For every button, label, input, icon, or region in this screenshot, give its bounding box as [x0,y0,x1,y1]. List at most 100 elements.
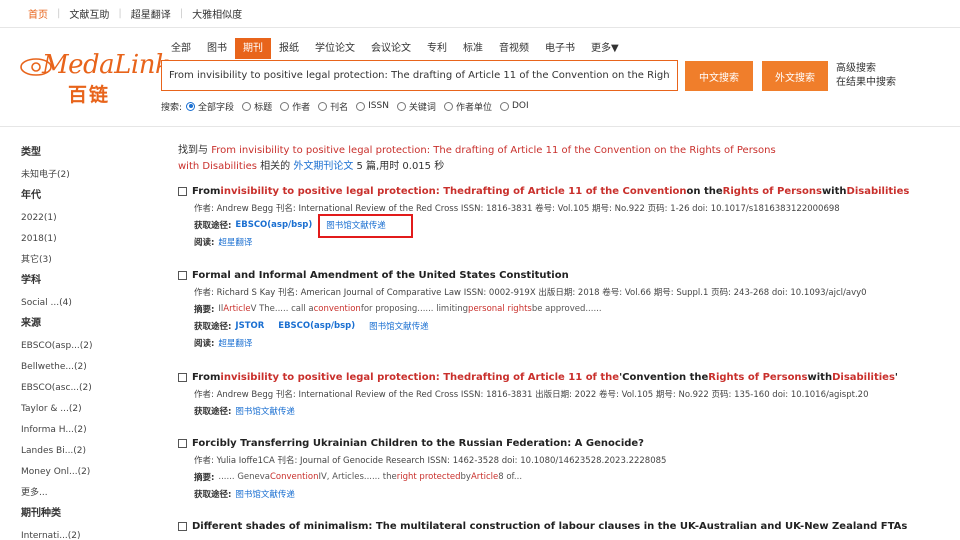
result-metadata: 作者: Yulia Ioffe1CA 刊名: Journal of Genoci… [194,456,667,466]
title-segment: 'Convention the [619,371,709,383]
search-field-option[interactable]: 作者单位 [443,100,492,113]
facet-item[interactable]: Social ...(4) [21,296,131,317]
select-checkbox[interactable] [178,438,187,448]
category-tab[interactable]: 标准 [455,38,491,59]
result-metadata: 作者: Richard S Kay 刊名: American Journal o… [194,288,867,298]
result-record: Formal and Informal Amendment of the Uni… [178,268,960,349]
search-field-option[interactable]: 关键词 [396,100,436,113]
facet-item[interactable]: EBSCO(asc...(2) [21,381,131,402]
search-box[interactable] [161,60,678,91]
top-nav-item[interactable]: 大雅相似度 [192,6,242,21]
radio-icon[interactable] [280,101,290,111]
access-link[interactable]: 图书馆文献传递 [235,405,295,417]
category-tab[interactable]: 期刊 [235,38,271,59]
radio-icon[interactable] [356,101,366,111]
translate-link[interactable]: 超星翻译 [218,236,252,248]
category-tab[interactable]: 报纸 [271,38,307,59]
facet-item[interactable]: Taylor & ...(2) [21,402,131,423]
title-segment: with [807,371,833,383]
search-field-option[interactable]: ISSN [356,101,389,111]
title-segment: From [192,371,221,383]
search-input[interactable] [162,61,677,90]
facet-item[interactable]: 更多... [21,486,131,507]
advanced-search-link[interactable]: 高级搜索 [836,62,896,76]
title-segment: From [192,185,221,197]
access-link[interactable]: JSTOR [235,321,264,331]
search-field-option[interactable]: 标题 [242,100,272,113]
select-checkbox[interactable] [178,186,187,196]
access-link[interactable]: EBSCO(asp/bsp) [235,220,312,230]
category-tab[interactable]: 会议论文 [363,38,419,59]
translate-link[interactable]: 超星翻译 [218,337,252,349]
select-checkbox[interactable] [178,521,187,531]
title-segment: drafting of Article 11 of the [463,371,620,383]
category-tab[interactable]: 更多▼ [583,38,627,59]
category-tabs: 全部 图书 期刊 报纸 学位论文 会议论文 专利 标准 音视频 电子书 更多▼ [163,38,627,59]
result-title[interactable]: Formal and Informal Amendment of the Uni… [178,268,960,282]
result-title[interactable]: From invisibility to positive legal prot… [178,370,960,384]
category-tab[interactable]: 专利 [419,38,455,59]
radio-icon[interactable] [242,101,252,111]
facet-item[interactable]: EBSCO(asp...(2) [21,339,131,360]
result-metadata: 作者: Andrew Begg 刊名: International Review… [194,204,840,214]
nav-separator: | [57,8,61,19]
access-routes: 获取途径: 图书馆文献传递 [194,405,960,417]
search-field-option[interactable]: 全部字段 [186,100,234,113]
abstract-segment: be approved...... [531,304,602,314]
top-nav-item[interactable]: 超星翻译 [131,6,171,21]
category-tab[interactable]: 全部 [163,38,199,59]
nav-separator: | [118,8,122,19]
search-field-option[interactable]: DOI [499,101,529,111]
access-link[interactable]: EBSCO(asp/bsp) [278,321,355,331]
title-segment: invisibility to positive legal protectio… [220,371,464,383]
category-tab[interactable]: 音视频 [491,38,537,59]
result-abstract: 摘要: Il Article V The..... call a conventi… [194,303,960,315]
chinese-search-button[interactable]: 中文搜索 [685,61,753,91]
search-within-results-link[interactable]: 在结果中搜索 [836,76,896,90]
radio-icon[interactable] [318,101,328,111]
facet-item[interactable]: Informa H...(2) [21,423,131,444]
access-routes: 获取途径: EBSCO(asp/bsp) 图书馆文献传递 [194,219,960,231]
facet-item[interactable]: 未知电子(2) [21,168,131,189]
read-label: 阅读: [194,238,215,248]
search-field-option[interactable]: 刊名 [318,100,348,113]
search-field-option-label: 关键词 [408,102,436,113]
logo-text-en: MedaLink [42,50,171,80]
radio-icon[interactable] [186,101,196,111]
select-checkbox[interactable] [178,372,187,382]
select-checkbox[interactable] [178,270,187,280]
title-segment: Different shades of minimalism: The mult… [192,520,908,532]
facet-item[interactable]: 2018(1) [21,232,131,253]
facet-item[interactable]: Internati...(2) [21,529,131,540]
category-tab[interactable]: 图书 [199,38,235,59]
facet-item[interactable]: Landes Bi...(2) [21,444,131,465]
abstract-segment: for proposing...... limiting [360,304,469,314]
radio-icon[interactable] [443,101,453,111]
facet-item[interactable]: Bellwethe...(2) [21,360,131,381]
result-title[interactable]: From invisibility to positive legal prot… [178,184,960,198]
facet-item[interactable]: 其它(3) [21,253,131,274]
radio-icon[interactable] [396,101,406,111]
result-summary: 找到与 From invisibility to positive legal … [178,143,798,175]
radio-icon[interactable] [499,101,509,111]
top-nav-item[interactable]: 首页 [28,6,48,21]
abstract-label: 摘要: [194,473,215,483]
abstract-segment: by [460,472,471,482]
header-divider [0,126,960,127]
facet-item[interactable]: Money Onl...(2) [21,465,131,486]
result-title[interactable]: Forcibly Transferring Ukrainian Children… [178,436,960,450]
access-link[interactable]: 图书馆文献传递 [235,488,295,500]
facet-item[interactable]: 2022(1) [21,211,131,232]
title-segment: Forcibly Transferring Ukrainian Children… [192,437,644,449]
access-link[interactable]: 图书馆文献传递 [369,320,429,332]
foreign-search-button[interactable]: 外文搜索 [762,61,828,91]
result-record: From invisibility to positive legal prot… [178,370,960,417]
top-nav-item[interactable]: 文献互助 [69,6,109,21]
category-tab[interactable]: 学位论文 [307,38,363,59]
logo-text-cn: 百链 [68,84,111,106]
category-tab[interactable]: 电子书 [537,38,583,59]
medalink-logo[interactable]: MedaLink 百链 [20,50,171,106]
search-field-option[interactable]: 作者 [280,100,310,113]
access-label: 获取途径: [194,221,232,231]
result-title[interactable]: Different shades of minimalism: The mult… [178,519,960,533]
